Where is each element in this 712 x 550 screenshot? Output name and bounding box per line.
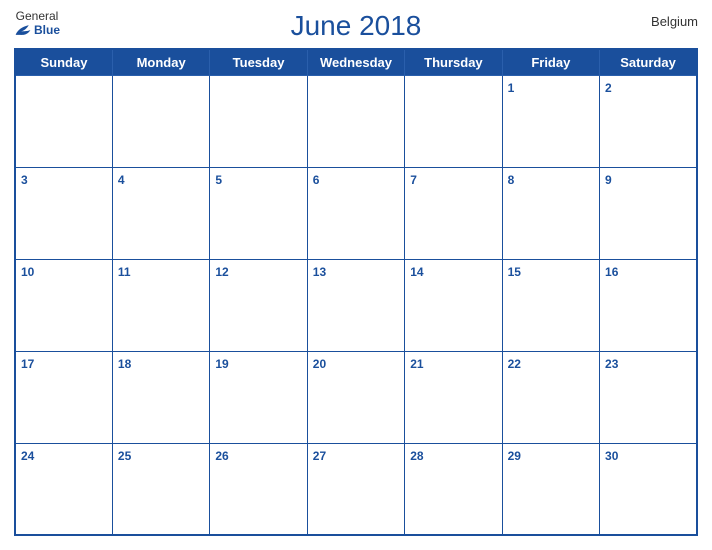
calendar-cell-3-1: 18: [112, 351, 209, 443]
calendar-cell-3-0: 17: [15, 351, 112, 443]
day-number-5: 5: [215, 173, 222, 187]
day-number-15: 15: [508, 265, 521, 279]
calendar-container: General Blue June 2018 Belgium Sunday Mo…: [0, 0, 712, 550]
day-number-29: 29: [508, 449, 521, 463]
calendar-cell-2-4: 14: [405, 259, 502, 351]
calendar-cell-1-5: 8: [502, 167, 599, 259]
calendar-cell-0-3: [307, 76, 404, 168]
weekday-header-row: Sunday Monday Tuesday Wednesday Thursday…: [15, 49, 697, 76]
calendar-cell-1-6: 9: [600, 167, 697, 259]
calendar-cell-0-5: 1: [502, 76, 599, 168]
header-thursday: Thursday: [405, 49, 502, 76]
calendar-cell-0-6: 2: [600, 76, 697, 168]
day-number-18: 18: [118, 357, 131, 371]
day-number-26: 26: [215, 449, 228, 463]
calendar-cell-4-1: 25: [112, 443, 209, 535]
logo-bird-icon: [14, 23, 32, 37]
calendar-cell-1-1: 4: [112, 167, 209, 259]
week-row-5: 24 25 26 27 28 29 30: [15, 443, 697, 535]
calendar-cell-4-6: 30: [600, 443, 697, 535]
day-number-22: 22: [508, 357, 521, 371]
day-number-8: 8: [508, 173, 515, 187]
logo-general-text: General: [16, 10, 59, 23]
calendar-cell-3-4: 21: [405, 351, 502, 443]
calendar-cell-0-2: [210, 76, 307, 168]
day-number-11: 11: [118, 265, 131, 279]
header-friday: Friday: [502, 49, 599, 76]
day-number-19: 19: [215, 357, 228, 371]
day-number-10: 10: [21, 265, 34, 279]
calendar-cell-2-5: 15: [502, 259, 599, 351]
day-number-7: 7: [410, 173, 417, 187]
day-number-1: 1: [508, 81, 515, 95]
day-number-16: 16: [605, 265, 618, 279]
calendar-cell-3-2: 19: [210, 351, 307, 443]
day-number-3: 3: [21, 173, 28, 187]
calendar-cell-0-0: [15, 76, 112, 168]
day-number-2: 2: [605, 81, 612, 95]
calendar-cell-3-5: 22: [502, 351, 599, 443]
day-number-24: 24: [21, 449, 34, 463]
week-row-4: 17 18 19 20 21 22 23: [15, 351, 697, 443]
logo-blue-label: Blue: [34, 24, 60, 37]
day-number-6: 6: [313, 173, 320, 187]
calendar-table: Sunday Monday Tuesday Wednesday Thursday…: [14, 48, 698, 536]
calendar-cell-4-3: 27: [307, 443, 404, 535]
country-label: Belgium: [651, 14, 698, 29]
logo: General Blue: [14, 10, 60, 37]
day-number-13: 13: [313, 265, 326, 279]
day-number-12: 12: [215, 265, 228, 279]
day-number-14: 14: [410, 265, 423, 279]
calendar-cell-1-2: 5: [210, 167, 307, 259]
day-number-17: 17: [21, 357, 34, 371]
calendar-cell-4-5: 29: [502, 443, 599, 535]
week-row-2: 3 4 5 6 7 8 9: [15, 167, 697, 259]
week-row-3: 10 11 12 13 14 15 16: [15, 259, 697, 351]
header-monday: Monday: [112, 49, 209, 76]
calendar-body: 1234567891011121314151617181920212223242…: [15, 76, 697, 536]
calendar-cell-4-2: 26: [210, 443, 307, 535]
calendar-cell-2-2: 12: [210, 259, 307, 351]
day-number-23: 23: [605, 357, 618, 371]
day-number-30: 30: [605, 449, 618, 463]
calendar-cell-3-3: 20: [307, 351, 404, 443]
calendar-header: General Blue June 2018 Belgium: [14, 10, 698, 42]
week-row-1: 12: [15, 76, 697, 168]
header-saturday: Saturday: [600, 49, 697, 76]
calendar-cell-2-1: 11: [112, 259, 209, 351]
calendar-title: June 2018: [291, 10, 422, 42]
calendar-cell-4-4: 28: [405, 443, 502, 535]
day-number-25: 25: [118, 449, 131, 463]
calendar-cell-2-3: 13: [307, 259, 404, 351]
header-wednesday: Wednesday: [307, 49, 404, 76]
day-number-20: 20: [313, 357, 326, 371]
header-sunday: Sunday: [15, 49, 112, 76]
calendar-cell-4-0: 24: [15, 443, 112, 535]
calendar-cell-1-0: 3: [15, 167, 112, 259]
day-number-21: 21: [410, 357, 423, 371]
calendar-cell-2-6: 16: [600, 259, 697, 351]
day-number-4: 4: [118, 173, 125, 187]
day-number-27: 27: [313, 449, 326, 463]
calendar-cell-1-3: 6: [307, 167, 404, 259]
calendar-cell-2-0: 10: [15, 259, 112, 351]
day-number-28: 28: [410, 449, 423, 463]
calendar-cell-0-4: [405, 76, 502, 168]
calendar-cell-0-1: [112, 76, 209, 168]
calendar-cell-1-4: 7: [405, 167, 502, 259]
calendar-cell-3-6: 23: [600, 351, 697, 443]
header-tuesday: Tuesday: [210, 49, 307, 76]
day-number-9: 9: [605, 173, 612, 187]
logo-blue-text: Blue: [14, 23, 60, 37]
